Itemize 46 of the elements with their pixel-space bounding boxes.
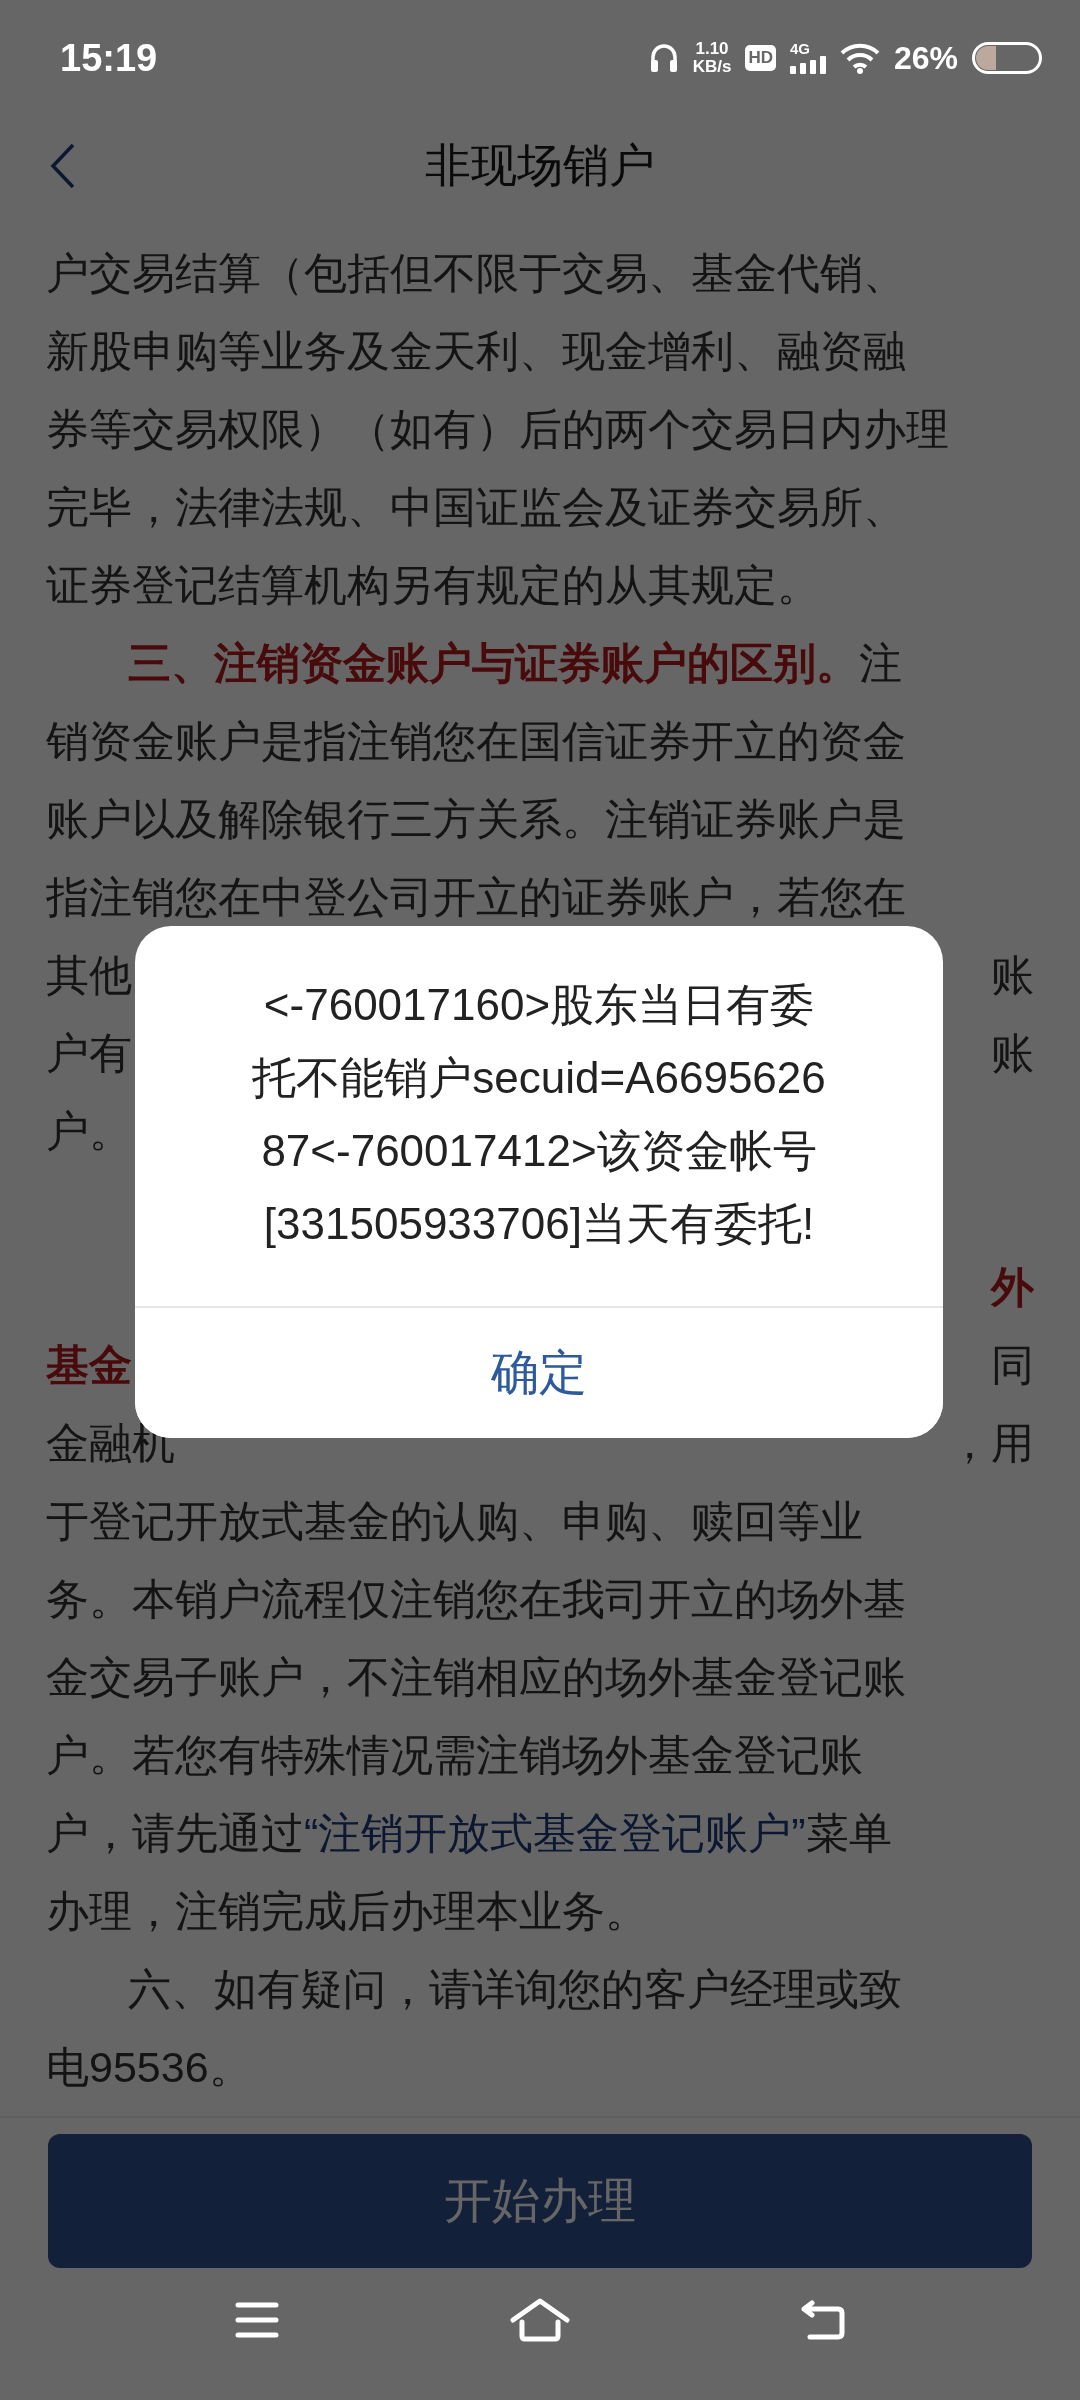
headphones-icon — [648, 41, 679, 75]
section-heading: 基金 — [46, 1341, 132, 1389]
body-text: 务。本销户流程仅注销您在我司开立的场外基 — [46, 1575, 906, 1623]
body-text: 指注销您在中登公司开立的证券账户，若您在 — [46, 873, 906, 921]
body-text: 账户以及解除银行三方关系。注销证券账户是 — [46, 795, 906, 843]
body-text: 注 — [859, 639, 902, 687]
body-text: 办理，注销完成后办理本业务。 — [46, 1887, 648, 1935]
menu-icon[interactable] — [234, 2301, 280, 2339]
section-heading: 三、注销资金账户与证券账户的区别。 — [128, 639, 859, 687]
body-text: 菜单 — [805, 1809, 892, 1857]
home-icon[interactable] — [510, 2298, 570, 2342]
menu-link[interactable]: “注销开放式基金登记账户” — [304, 1809, 806, 1857]
page-title: 非现场销户 — [425, 138, 655, 193]
body-text: 户有 — [46, 1029, 132, 1077]
status-time: 15:19 — [60, 36, 158, 80]
battery-percent: 26% — [893, 39, 958, 77]
network-speed-unit: KB/s — [692, 58, 732, 76]
body-text: 账 — [991, 1029, 1034, 1077]
body-text: 销资金账户是指注销您在国信证券开立的资金 — [46, 717, 906, 765]
wifi-icon — [839, 42, 880, 74]
body-text: 其他 — [46, 951, 132, 999]
body-text: 六、如有疑问，请详询您的客户经理或致 — [128, 1965, 902, 2013]
body-text: 户。若您有特殊情况需注销场外基金登记账 — [46, 1731, 863, 1779]
body-text: 户。 — [46, 1107, 132, 1155]
body-text: 证券登记结算机构另有规定的从其规定。 — [46, 561, 820, 609]
body-text: 同 — [991, 1341, 1034, 1389]
body-text: 户交易结算（包括但不限于交易、基金代销、 — [46, 249, 906, 297]
battery-icon — [972, 42, 1042, 74]
back-nav-icon[interactable] — [800, 2299, 846, 2341]
body-text: 完毕，法律法规、中国证监会及证券交易所、 — [46, 483, 906, 531]
signal-icon — [789, 56, 826, 74]
body-text: 电95536。 — [46, 2043, 252, 2091]
body-text: 新股申购等业务及金天利、现金增利、融资融 — [46, 327, 906, 375]
network-type: 4G — [789, 42, 810, 56]
body-text: 券等交易权限）（如有）后的两个交易日内办理 — [46, 405, 949, 453]
network-speed: 1.10 — [695, 40, 729, 58]
body-text: 于登记开放式基金的认购、申购、赎回等业 — [46, 1497, 863, 1545]
body-text: 金交易子账户，不注销相应的场外基金登记账 — [46, 1653, 906, 1701]
body-text: 账 — [991, 951, 1034, 999]
dialog-message: <-760017160>股东当日有委托不能销户secuid=A669562687<-760017412>该资金帐号[331505933706]当天有委托! — [251, 979, 827, 1250]
body-text: 户，请先通过 — [46, 1809, 304, 1857]
start-button[interactable]: 开始办理 — [48, 2134, 1032, 2268]
section-heading: 外 — [991, 1263, 1034, 1311]
back-icon[interactable] — [50, 143, 76, 189]
body-text: ，用 — [948, 1419, 1034, 1467]
hd-badge: HD — [745, 45, 776, 71]
